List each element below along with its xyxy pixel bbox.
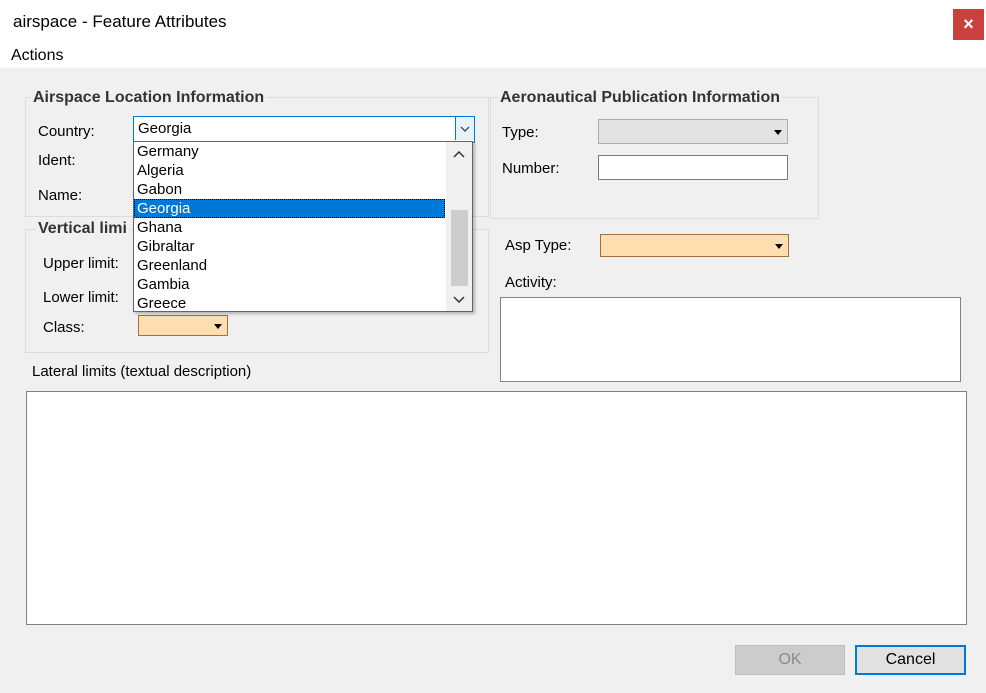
number-label: Number: (502, 160, 560, 177)
dropdown-option[interactable]: Ghana (134, 218, 445, 237)
class-select[interactable] (138, 315, 228, 336)
chevron-down-icon[interactable] (446, 289, 472, 309)
country-select[interactable]: Georgia (133, 116, 475, 143)
dropdown-option[interactable]: Germany (134, 142, 445, 161)
dropdown-option[interactable]: Gambia (134, 275, 445, 294)
menu-actions[interactable]: Actions (11, 47, 63, 65)
dropdown-option[interactable]: Gibraltar (134, 237, 445, 256)
cancel-button[interactable]: Cancel (855, 645, 966, 675)
ok-button[interactable]: OK (735, 645, 845, 675)
asp-type-label: Asp Type: (505, 237, 572, 254)
type-select[interactable] (598, 119, 788, 144)
dropdown-arrow-icon (771, 236, 787, 255)
window-title: airspace - Feature Attributes (13, 12, 227, 31)
dropdown-arrow-icon (210, 317, 226, 334)
number-input[interactable] (598, 155, 788, 180)
upper-limit-label: Upper limit: (43, 255, 119, 272)
type-label: Type: (502, 124, 539, 141)
dropdown-option[interactable]: Greenland (134, 256, 445, 275)
close-button[interactable]: × (953, 9, 984, 40)
menu-bar: Actions (0, 46, 986, 68)
close-icon: × (963, 14, 974, 34)
chevron-down-icon[interactable] (455, 117, 474, 140)
scrollbar-thumb[interactable] (451, 210, 468, 286)
country-value: Georgia (138, 120, 192, 137)
dropdown-option[interactable]: Gabon (134, 180, 445, 199)
location-legend: Airspace Location Information (31, 89, 267, 107)
vertical-legend: Vertical limi (36, 220, 129, 238)
name-label: Name: (38, 187, 83, 204)
lateral-limits-label: Lateral limits (textual description) (32, 363, 252, 380)
chevron-up-icon[interactable] (446, 144, 472, 164)
dropdown-option[interactable]: Algeria (134, 161, 445, 180)
dropdown-arrow-icon (770, 121, 786, 142)
dropdown-scrollbar[interactable] (446, 142, 472, 311)
activity-label: Activity: (505, 274, 557, 291)
dropdown-option-selected[interactable]: Georgia (134, 199, 445, 218)
class-label: Class: (43, 319, 85, 336)
dropdown-option[interactable]: Greece (134, 294, 445, 313)
ident-label: Ident: (38, 152, 76, 169)
publication-legend: Aeronautical Publication Information (498, 89, 783, 107)
lower-limit-label: Lower limit: (43, 289, 119, 306)
asp-type-select[interactable] (600, 234, 789, 257)
country-dropdown-list[interactable]: Germany Algeria Gabon Georgia Ghana Gibr… (133, 141, 473, 312)
activity-textarea[interactable] (500, 297, 961, 382)
country-label: Country: (38, 123, 95, 140)
lateral-limits-textarea[interactable] (26, 391, 967, 625)
